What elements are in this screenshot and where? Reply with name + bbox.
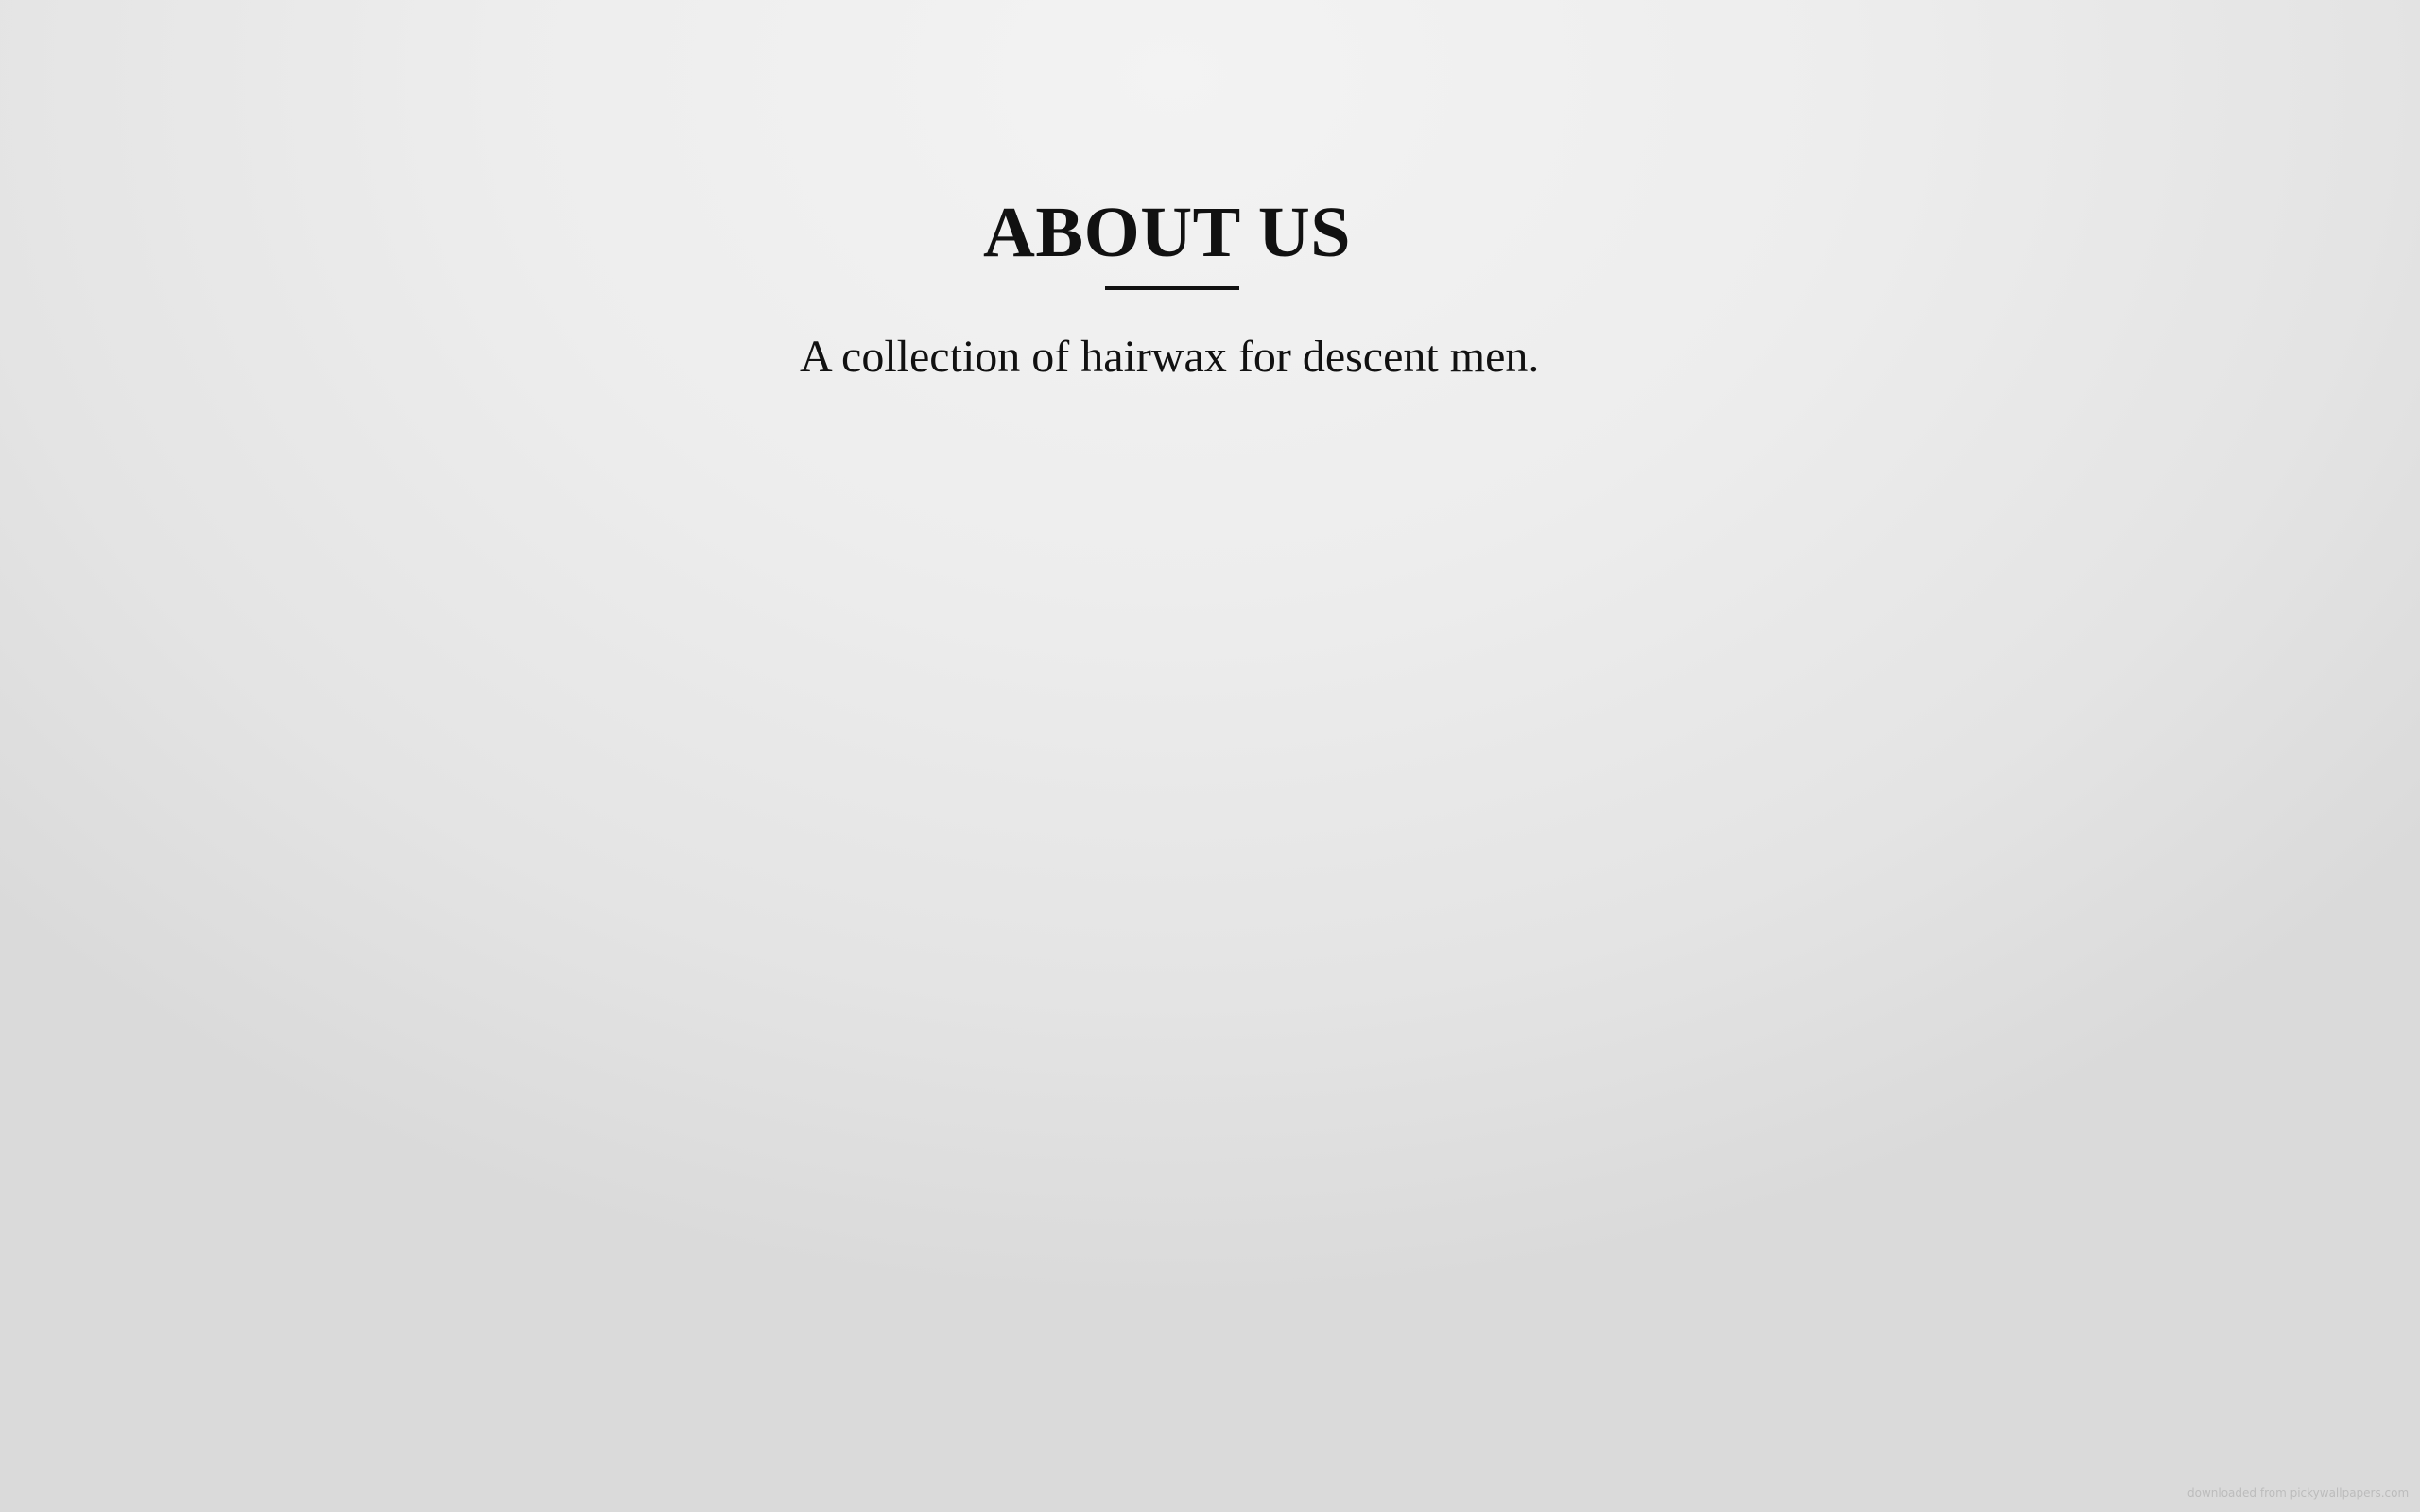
title-underline [1105, 286, 1239, 290]
about-section: ABOUT US A collection of hairwax for des… [0, 0, 2420, 1512]
watermark-text: downloaded from pickywallpapers.com [2187, 1486, 2410, 1500]
about-title: ABOUT US [983, 193, 1352, 272]
about-description: A collection of hairwax for descent men. [800, 332, 1540, 382]
